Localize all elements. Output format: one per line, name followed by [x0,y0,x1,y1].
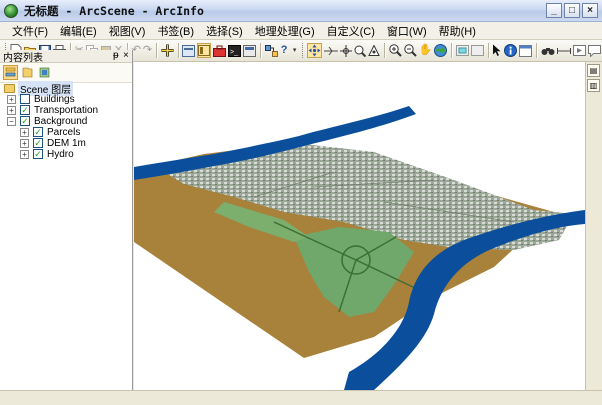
zoom-in-icon[interactable] [388,43,402,58]
status-bar [0,390,602,405]
navigate-icon[interactable] [307,43,322,58]
model-builder-icon[interactable] [264,43,278,58]
menu-file[interactable]: 文件(F) [6,23,54,39]
toolbar-separator [156,43,157,58]
toc-title: 内容列表 [3,52,43,64]
title-bar: 无标题 - ArcScene - ArcInfo _ □ × [0,0,602,22]
maximize-button[interactable]: □ [564,3,580,18]
measure-icon[interactable] [556,43,571,58]
python-icon[interactable]: >_ [228,43,242,58]
pin-icon[interactable]: ᵽ [113,50,119,61]
menu-edit[interactable]: 编辑(E) [54,23,103,39]
table-of-contents-panel: 内容列表 ᵽ × Scene 图层 + Buildings + ✓ Transp… [0,50,133,390]
minimize-button[interactable]: _ [546,3,562,18]
expand-icon[interactable]: + [20,138,29,148]
menu-selection[interactable]: 选择(S) [200,23,249,39]
zoom-out-icon[interactable] [403,43,417,58]
layer-visibility-checkbox[interactable]: ✓ [20,105,30,115]
layer-visibility-checkbox[interactable] [20,94,30,104]
toolbar-separator [487,43,489,58]
menu-customize[interactable]: 自定义(C) [321,23,381,39]
layers-folder-icon [4,84,15,93]
fly-icon[interactable] [324,43,338,58]
right-dock: ▤ ▥ [585,62,602,390]
collapse-icon[interactable]: − [7,116,16,126]
pan-icon[interactable]: ✋ [419,43,433,58]
menu-view[interactable]: 视图(V) [103,23,152,39]
list-by-visibility-icon[interactable] [37,65,52,80]
tooltip-icon[interactable] [587,43,601,58]
toolbar-separator [260,43,261,58]
toolbar-separator [536,43,537,58]
search-dock-tab[interactable]: ▥ [587,79,600,92]
toolbar-grip[interactable] [301,43,304,58]
layer-name: Transportation [34,104,99,116]
layer-name: Hydro [47,148,74,160]
undo-icon[interactable]: ↶ [132,43,141,58]
menu-geoprocessing[interactable]: 地理处理(G) [249,23,321,39]
layer-name: Buildings [34,93,75,105]
layer-properties-icon[interactable] [182,43,196,58]
menu-bookmarks[interactable]: 书签(B) [151,23,200,39]
toc-header: 内容列表 ᵽ × [0,50,132,64]
layer-name: Parcels [47,126,81,138]
menu-windows[interactable]: 窗口(W) [381,23,433,39]
close-button[interactable]: × [582,3,598,18]
scene-viewport[interactable] [134,62,585,390]
scene-3d-view[interactable] [134,62,585,390]
whats-this-icon[interactable]: ? [280,43,289,58]
layer-row-hydro[interactable]: + ✓ Hydro [20,148,74,160]
expand-icon[interactable]: + [7,94,16,104]
full-extent-icon[interactable] [434,43,448,58]
animation-icon[interactable] [572,43,586,58]
center-target-icon[interactable] [340,43,352,58]
expand-icon[interactable]: + [7,105,16,115]
catalog-icon[interactable] [197,43,212,58]
toolbar-separator [177,43,179,58]
select-features-icon[interactable] [455,43,469,58]
catalog-dock-tab[interactable]: ▤ [587,64,600,77]
layer-visibility-checkbox[interactable]: ✓ [33,149,43,159]
expand-icon[interactable]: + [20,127,29,137]
menu-bar: 文件(F) 编辑(E) 视图(V) 书签(B) 选择(S) 地理处理(G) 自定… [0,22,602,40]
toc-close-icon[interactable]: × [123,50,129,61]
toc-toolbar [0,63,132,83]
layer-name: Background [34,115,88,127]
select-element-icon[interactable] [492,43,502,58]
zoom-to-target-icon[interactable] [354,43,366,58]
toolbar-separator [451,43,452,58]
arctoolbox-icon[interactable] [213,43,227,58]
menu-help[interactable]: 帮助(H) [433,23,482,39]
add-data-icon[interactable] [161,43,174,58]
layer-visibility-checkbox[interactable]: ✓ [33,138,43,148]
layer-visibility-checkbox[interactable]: ✓ [33,127,43,137]
group-visibility-checkbox[interactable]: ✓ [20,116,30,126]
arcscene-globe-icon [4,3,18,18]
list-by-drawing-order-icon[interactable] [3,65,18,80]
search-icon[interactable] [243,43,257,58]
find-icon[interactable] [541,43,555,58]
toolbar-separator [384,43,385,58]
expand-icon[interactable]: + [20,149,29,159]
list-by-source-icon[interactable] [20,65,35,80]
html-popup-icon[interactable] [519,43,533,58]
identify-icon[interactable] [504,43,518,58]
svg-text:>_: >_ [230,49,238,56]
redo-icon[interactable]: ↷ [143,43,152,58]
set-observer-icon[interactable] [368,43,380,58]
window-controls: _ □ × [546,3,598,18]
dropdown-arrow-icon[interactable]: ▾ [290,43,299,58]
layer-name: DEM 1m [47,137,86,149]
window-title: 无标题 - ArcScene - ArcInfo [24,3,204,18]
clear-selection-icon[interactable] [470,43,484,58]
